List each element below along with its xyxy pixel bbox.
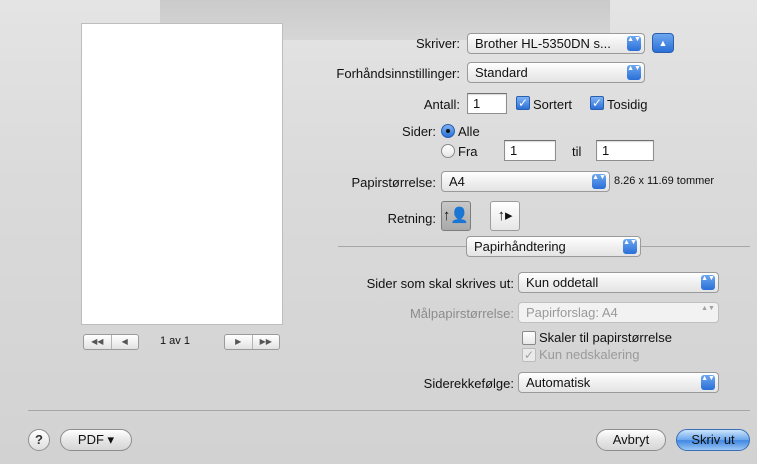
footer-divider xyxy=(28,410,750,411)
preview-nav-forward: ▶ ▶▶ xyxy=(224,334,280,350)
section-value: Papirhåndtering xyxy=(474,239,566,254)
pages-all-label: Alle xyxy=(458,124,480,139)
destination-size-popup[interactable]: Papirforslag: A4 ▲▼ xyxy=(518,302,719,323)
pdf-button[interactable]: PDF ▾ xyxy=(60,429,132,451)
pages-from-label: Fra xyxy=(458,144,478,159)
print-button[interactable]: Skriv ut xyxy=(676,429,750,451)
pages-to-field[interactable]: 1 xyxy=(596,140,654,161)
popup-arrows-icon: ▲▼ xyxy=(701,375,715,390)
duplex-label: Tosidig xyxy=(607,97,648,112)
page-preview xyxy=(82,24,282,324)
destination-size-label: Målpapirstørrelse: xyxy=(409,306,514,321)
collapse-details-button[interactable]: ▲ xyxy=(652,33,674,53)
pages-to-print-popup[interactable]: Kun oddetall ▲▼ xyxy=(518,272,719,293)
pages-to-label: til xyxy=(572,144,582,159)
previous-page-button[interactable]: ◀ xyxy=(110,335,139,349)
pages-all-radio[interactable] xyxy=(441,124,455,138)
paper-dimensions: 8.26 x 11.69 tommer xyxy=(614,175,715,187)
last-page-button[interactable]: ▶▶ xyxy=(251,335,280,349)
scale-down-only-checkbox[interactable]: ✓ xyxy=(522,348,536,362)
printer-label: Skriver: xyxy=(415,36,460,51)
popup-arrows-icon: ▲▼ xyxy=(623,239,637,254)
duplex-checkbox[interactable]: ✓ xyxy=(590,96,604,110)
pages-from-field[interactable]: 1 xyxy=(504,140,556,161)
page-order-label: Siderekkefølge: xyxy=(423,376,514,391)
cancel-button[interactable]: Avbryt xyxy=(596,429,666,451)
next-page-button[interactable]: ▶ xyxy=(225,335,252,349)
collated-checkbox[interactable]: ✓ xyxy=(516,96,530,110)
presets-popup[interactable]: Standard ▲▼ xyxy=(467,62,645,83)
popup-arrows-icon: ▲▼ xyxy=(592,174,606,189)
popup-arrows-icon: ▲▼ xyxy=(701,275,715,290)
presets-value: Standard xyxy=(475,65,528,80)
portrait-orientation-icon[interactable]: ↑👤 xyxy=(441,201,471,231)
orientation-label: Retning: xyxy=(387,211,436,226)
popup-arrows-icon: ▲▼ xyxy=(701,305,715,312)
print-dialog: ◀◀ ◀ 1 av 1 ▶ ▶▶ Skriver: Brother HL-535… xyxy=(0,0,757,464)
paper-size-popup[interactable]: A4 ▲▼ xyxy=(441,171,610,192)
pages-from-radio[interactable] xyxy=(441,144,455,158)
popup-arrows-icon: ▲▼ xyxy=(627,65,641,80)
scale-down-only-label: Kun nedskalering xyxy=(539,347,640,362)
printer-popup[interactable]: Brother HL-5350DN s... ▲▼ xyxy=(467,33,645,54)
scale-to-fit-checkbox[interactable] xyxy=(522,331,536,345)
printer-value: Brother HL-5350DN s... xyxy=(475,36,611,51)
preview-page-info: 1 av 1 xyxy=(160,335,190,347)
landscape-orientation-icon[interactable]: ↑▸ xyxy=(490,201,520,231)
destination-size-value: Papirforslag: A4 xyxy=(526,305,618,320)
page-order-value: Automatisk xyxy=(526,375,591,390)
pages-label: Sider: xyxy=(402,124,436,139)
collated-label: Sortert xyxy=(533,97,573,112)
pages-to-print-value: Kun oddetall xyxy=(526,275,599,290)
pages-to-print-label: Sider som skal skrives ut: xyxy=(366,276,514,291)
popup-arrows-icon: ▲▼ xyxy=(627,36,641,51)
scale-to-fit-label: Skaler til papirstørrelse xyxy=(539,330,672,345)
section-popup[interactable]: Papirhåndtering ▲▼ xyxy=(466,236,641,257)
copies-label: Antall: xyxy=(423,97,460,112)
page-order-popup[interactable]: Automatisk ▲▼ xyxy=(518,372,719,393)
first-page-button[interactable]: ◀◀ xyxy=(84,335,111,349)
paper-size-value: A4 xyxy=(449,174,465,189)
presets-label: Forhåndsinnstillinger: xyxy=(336,66,460,81)
copies-field[interactable]: 1 xyxy=(467,93,507,114)
preview-nav-back: ◀◀ ◀ xyxy=(83,334,139,350)
help-button[interactable]: ? xyxy=(28,429,50,451)
paper-size-label: Papirstørrelse: xyxy=(351,175,436,190)
